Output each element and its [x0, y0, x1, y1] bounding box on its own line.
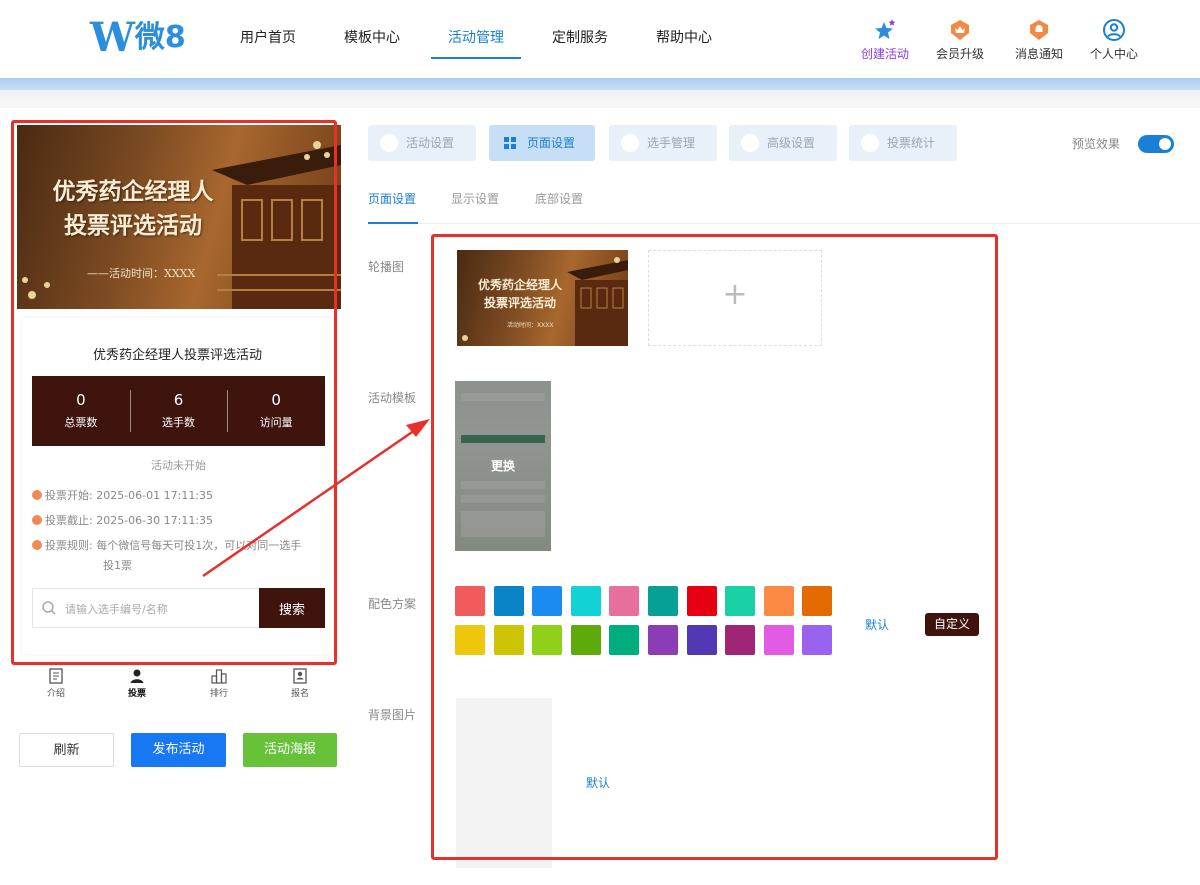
annotation-arrow	[202, 419, 430, 578]
